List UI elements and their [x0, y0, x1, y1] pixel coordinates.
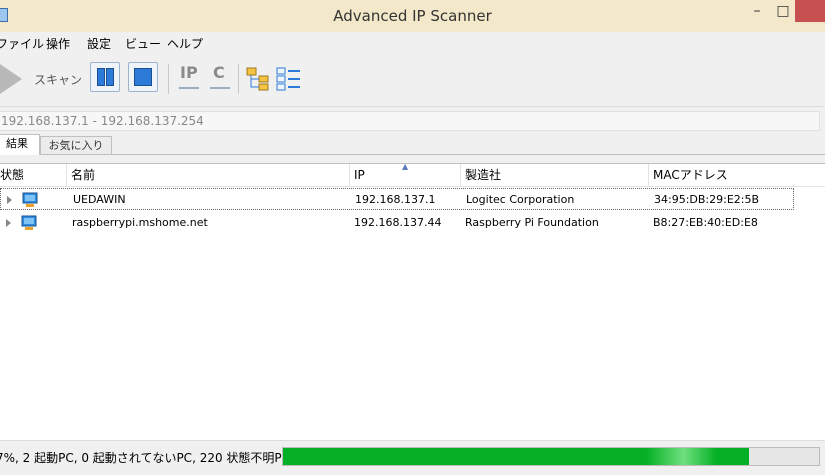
- results-table: 状態 名前 IP ▲ 製造社 MACアドレス UEDAWIN 192.168.1…: [0, 162, 825, 440]
- stop-icon: [134, 68, 152, 86]
- column-name[interactable]: 名前: [67, 164, 350, 186]
- menu-file[interactable]: ファイル: [0, 35, 44, 52]
- expand-tree-icon[interactable]: [246, 66, 272, 92]
- maximize-button[interactable]: □: [771, 0, 795, 22]
- address-row: 192.168.137.1 - 192.168.137.254: [0, 108, 825, 132]
- scan-progress-bar: [282, 447, 820, 466]
- toolbar: スキャン IP C: [0, 52, 825, 107]
- expander-arrow-icon[interactable]: [6, 219, 11, 227]
- collapse-tree-icon[interactable]: [276, 66, 302, 92]
- computer-icon: [22, 192, 38, 207]
- device-name: raspberrypi.mshome.net: [72, 216, 208, 229]
- expander-arrow-icon[interactable]: [7, 196, 12, 204]
- device-mac: 34:95:DB:29:E2:5B: [654, 193, 760, 206]
- device-ip: 192.168.137.44: [354, 216, 442, 229]
- device-mac: B8:27:EB:40:ED:E8: [653, 216, 758, 229]
- progress-fill: [283, 448, 750, 465]
- c-underline: [210, 87, 230, 89]
- title-bar: Advanced IP Scanner – □: [0, 0, 825, 32]
- ip-icon: IP: [180, 63, 198, 82]
- device-name: UEDAWIN: [73, 193, 126, 206]
- toolbar-separator: [238, 64, 239, 94]
- minimize-button[interactable]: –: [745, 0, 769, 22]
- column-mac[interactable]: MACアドレス: [649, 164, 825, 186]
- menu-view[interactable]: ビュー: [125, 35, 161, 52]
- menu-settings[interactable]: 設定: [87, 35, 111, 52]
- tab-bar: 結果 お気に入り: [0, 134, 825, 155]
- ip-underline: [179, 87, 199, 89]
- window-title: Advanced IP Scanner: [333, 7, 492, 25]
- device-ip: 192.168.137.1: [355, 193, 436, 206]
- toolbar-separator: [168, 64, 169, 94]
- table-header: 状態 名前 IP ▲ 製造社 MACアドレス: [0, 162, 825, 187]
- table-row[interactable]: UEDAWIN 192.168.137.1 Logitec Corporatio…: [0, 188, 794, 210]
- tab-results[interactable]: 結果: [0, 134, 40, 155]
- pause-button[interactable]: [90, 62, 120, 92]
- ip-range-input[interactable]: 192.168.137.1 - 192.168.137.254: [0, 111, 820, 131]
- column-status[interactable]: 状態: [0, 164, 67, 186]
- device-manufacturer: Raspberry Pi Foundation: [465, 216, 599, 229]
- device-manufacturer: Logitec Corporation: [466, 193, 575, 206]
- play-icon: [0, 64, 22, 94]
- status-bar: 7%, 2 起動PC, 0 起動されてないPC, 220 状態不明PC: [0, 440, 825, 475]
- tab-favorites[interactable]: お気に入り: [40, 136, 112, 154]
- menu-actions[interactable]: 操作: [46, 35, 70, 52]
- computer-icon: [21, 215, 37, 230]
- sort-ascending-icon: ▲: [402, 162, 409, 171]
- close-button[interactable]: [795, 0, 825, 22]
- column-manufacturer[interactable]: 製造社: [461, 164, 649, 186]
- table-row[interactable]: raspberrypi.mshome.net 192.168.137.44 Ra…: [0, 212, 794, 234]
- c-icon: C: [213, 63, 225, 82]
- scan-status-text: 7%, 2 起動PC, 0 起動されてないPC, 220 状態不明PC: [0, 451, 291, 465]
- scan-button[interactable]: スキャン: [0, 62, 82, 96]
- menu-bar: ファイル 操作 設定 ビュー ヘルプ: [0, 32, 825, 52]
- stop-button[interactable]: [128, 62, 158, 92]
- scan-label: スキャン: [34, 73, 83, 87]
- menu-help[interactable]: ヘルプ: [167, 35, 203, 52]
